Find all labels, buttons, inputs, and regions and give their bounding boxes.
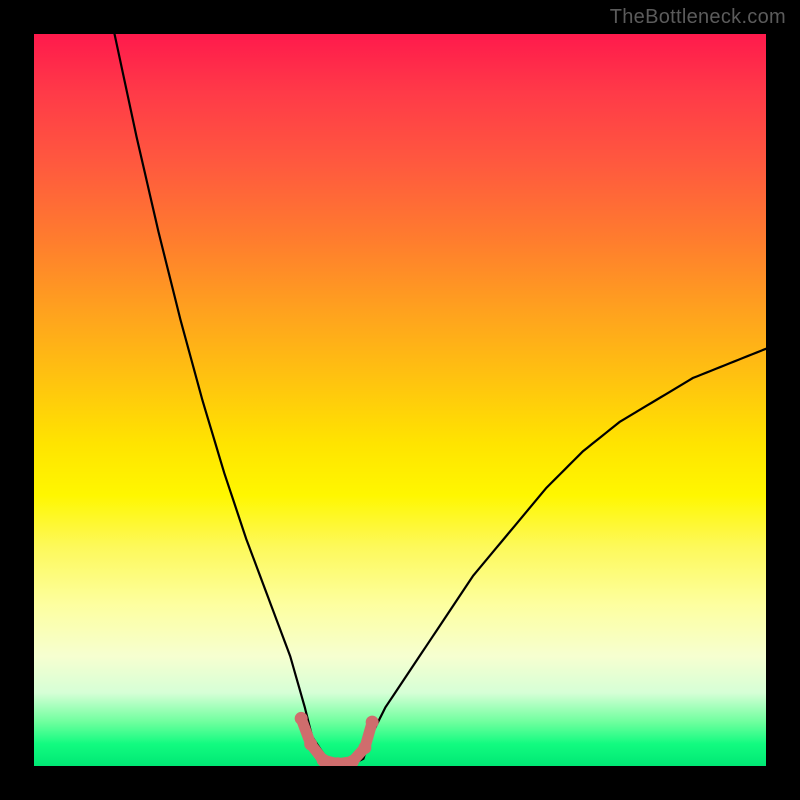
curve-layer [34, 34, 766, 766]
chart-frame: TheBottleneck.com [0, 0, 800, 800]
marker-dot [358, 741, 371, 754]
flat-minimum-markers [295, 712, 379, 766]
marker-dot [304, 738, 317, 751]
marker-dot [366, 716, 379, 729]
watermark-text: TheBottleneck.com [610, 6, 786, 29]
marker-dot [295, 712, 308, 725]
bottleneck-curve [115, 34, 766, 766]
plot-area [34, 34, 766, 766]
